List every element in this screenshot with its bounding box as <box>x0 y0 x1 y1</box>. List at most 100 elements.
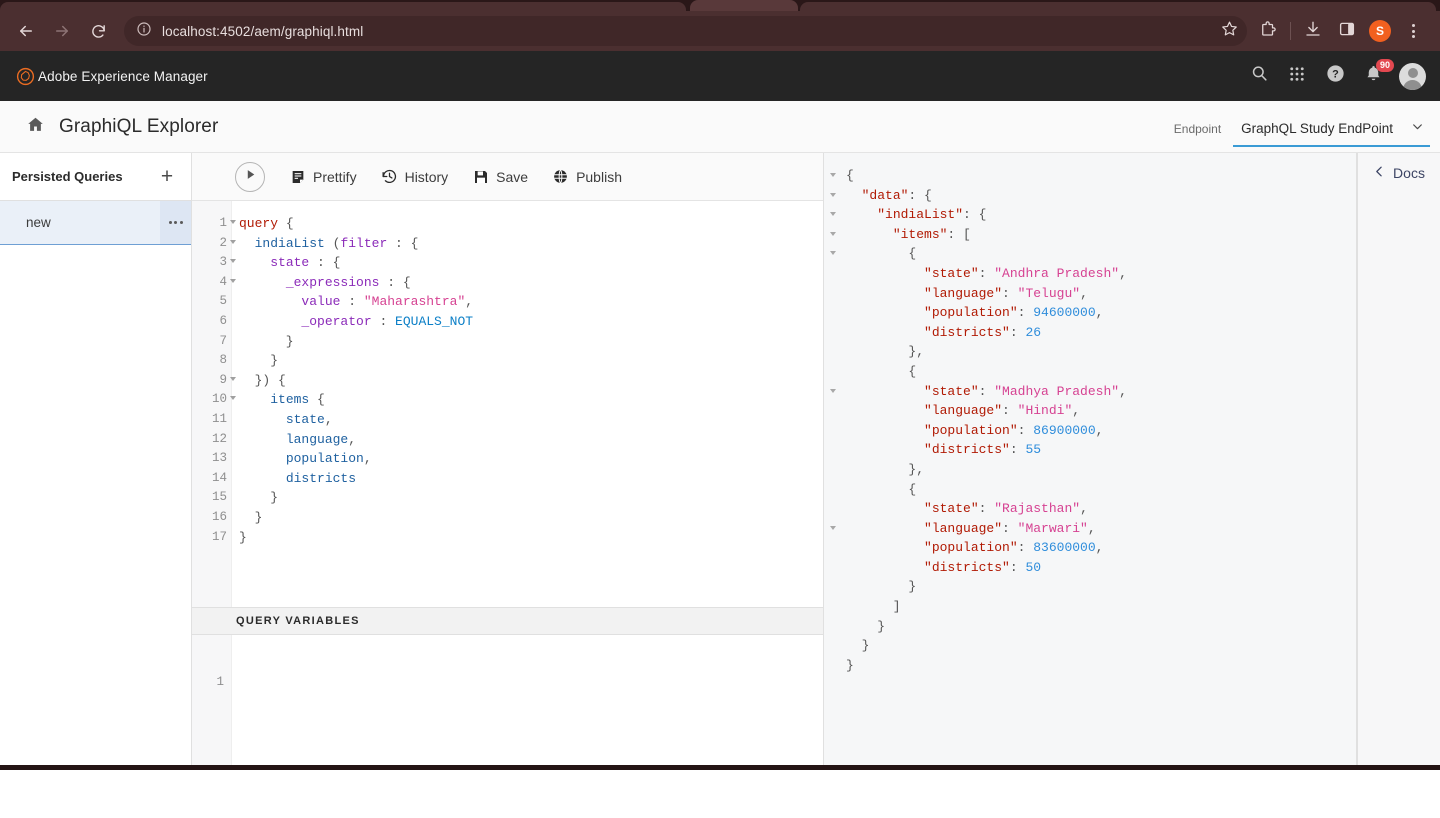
user-avatar-icon[interactable] <box>1399 62 1426 90</box>
fold-gutter-spacer <box>824 460 844 480</box>
docs-button[interactable]: Docs <box>1373 165 1425 181</box>
result-token: , <box>1095 540 1104 556</box>
fold-triangle-icon[interactable] <box>230 239 236 244</box>
code-token: : <box>371 313 396 329</box>
address-bar[interactable]: localhost:4502/aem/graphiql.html <box>124 16 1247 46</box>
downloads-button[interactable] <box>1299 17 1327 45</box>
history-label: History <box>404 168 449 185</box>
fold-triangle-icon[interactable] <box>824 166 844 186</box>
result-token: }, <box>846 461 925 477</box>
bookmark-star-icon <box>1221 20 1238 42</box>
reload-button[interactable] <box>83 16 113 46</box>
result-token: "language" <box>924 520 1003 536</box>
fold-triangle-icon[interactable] <box>230 278 236 283</box>
header-apps-button[interactable] <box>1285 64 1309 88</box>
fold-gutter-spacer <box>824 264 844 284</box>
sidebar-item-new[interactable]: new <box>0 201 191 245</box>
query-variables-content[interactable] <box>232 635 823 765</box>
result-fold-gutter[interactable] <box>824 153 844 765</box>
history-button[interactable]: History <box>381 168 449 185</box>
execute-query-button[interactable] <box>235 161 265 192</box>
code-token: districts <box>285 470 357 486</box>
result-token: "state" <box>924 383 979 399</box>
main-content: Persisted Queries + new Prettify History… <box>0 153 1440 765</box>
fold-gutter-spacer <box>824 656 844 676</box>
browser-tab-partial-right[interactable] <box>800 2 1436 11</box>
aem-brand[interactable]: Adobe Experience Manager <box>14 65 208 87</box>
result-token <box>846 540 924 555</box>
code-line: value : "Maharashtra", <box>239 292 823 312</box>
result-token: "language" <box>924 285 1003 301</box>
three-dot-menu-icon <box>1411 24 1415 38</box>
fold-triangle-icon[interactable] <box>230 376 236 381</box>
result-token: "data" <box>861 187 909 203</box>
back-button[interactable] <box>11 16 41 46</box>
extensions-button[interactable] <box>1254 17 1282 45</box>
graphql-query-editor[interactable]: 1 2 3 4 5 6 7 8 9 10 11 12 13 14 15 16 17 query { indiaL… <box>192 201 823 607</box>
result-line: ] <box>846 597 1356 617</box>
forward-button[interactable] <box>47 16 77 46</box>
fold-gutter-spacer <box>824 440 844 460</box>
result-line: } <box>846 577 1356 597</box>
result-token: } <box>846 657 854 673</box>
fold-triangle-icon[interactable] <box>230 396 236 401</box>
result-line: "population": 86900000, <box>846 421 1356 441</box>
result-line: "state": "Rajasthan", <box>846 499 1356 519</box>
site-info-icon[interactable] <box>136 21 152 42</box>
browser-menu-button[interactable] <box>1399 17 1427 45</box>
fold-triangle-icon[interactable] <box>824 382 844 402</box>
result-token: "Madhya Pradesh" <box>994 383 1120 399</box>
save-button[interactable]: Save <box>472 168 528 185</box>
code-token: items <box>270 392 310 408</box>
result-token <box>846 227 893 242</box>
prettify-button[interactable]: Prettify <box>289 168 357 185</box>
save-label: Save <box>496 168 529 185</box>
browser-tab-strip[interactable] <box>0 0 1440 11</box>
docs-label: Docs <box>1393 165 1425 181</box>
browser-tab-partial-left[interactable] <box>0 2 686 11</box>
result-line: { <box>846 362 1356 382</box>
code-token: : { <box>309 255 341 271</box>
adobe-aem-logo-icon <box>14 65 36 87</box>
add-query-button[interactable]: + <box>157 166 177 187</box>
header-notifications-button[interactable]: 90 <box>1361 59 1394 88</box>
header-help-button[interactable]: ? <box>1323 64 1347 88</box>
fold-triangle-icon[interactable] <box>824 519 844 539</box>
fold-triangle-icon[interactable] <box>824 225 844 245</box>
line-number: 4 <box>192 273 236 293</box>
fold-triangle-icon[interactable] <box>230 259 236 264</box>
app-grid-icon <box>1288 65 1306 88</box>
result-token: : <box>1002 520 1018 536</box>
result-token: { <box>846 168 854 183</box>
editor-code-content[interactable]: query { indiaList (filter : { state : { … <box>232 201 823 607</box>
endpoint-select[interactable]: GraphQL Study EndPoint <box>1233 120 1430 147</box>
fold-triangle-icon[interactable] <box>230 220 236 224</box>
publish-button[interactable]: Publish <box>552 168 622 185</box>
fold-triangle-icon[interactable] <box>824 244 844 264</box>
result-token: : <box>978 265 995 281</box>
fold-gutter-spacer <box>824 342 844 362</box>
more-options-icon[interactable] <box>160 201 191 244</box>
query-variables-header[interactable]: QUERY VARIABLES <box>192 607 823 635</box>
code-line: } <box>239 351 823 371</box>
query-variables-editor[interactable]: 1 <box>192 635 823 765</box>
bookmark-star-button[interactable] <box>1217 19 1241 43</box>
profile-button[interactable]: S <box>1369 20 1391 42</box>
header-search-button[interactable] <box>1247 64 1271 88</box>
code-token: { <box>270 372 286 388</box>
result-token: { <box>846 363 917 379</box>
result-token <box>846 188 862 203</box>
result-token: : [ <box>947 226 971 242</box>
side-panel-button[interactable] <box>1333 17 1361 45</box>
fold-gutter-spacer <box>824 303 844 323</box>
result-line: "districts": 26 <box>846 323 1356 343</box>
browser-tab-active[interactable] <box>690 0 798 11</box>
result-token <box>846 521 924 536</box>
fold-triangle-icon[interactable] <box>824 205 844 225</box>
result-token: } <box>846 579 917 595</box>
fold-triangle-icon[interactable] <box>824 186 844 206</box>
home-icon[interactable] <box>26 115 45 139</box>
